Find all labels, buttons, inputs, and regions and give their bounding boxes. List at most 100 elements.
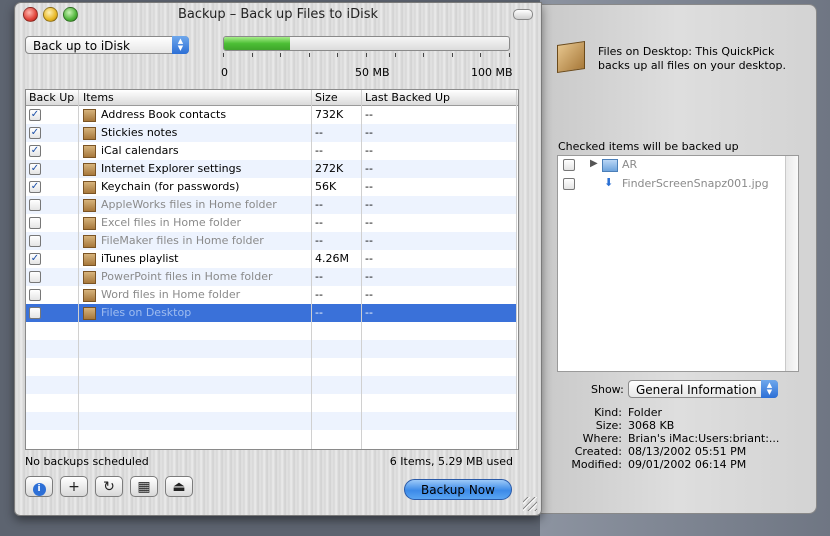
backup-checkbox[interactable]: ✓ xyxy=(29,181,41,193)
package-icon xyxy=(83,127,96,140)
backup-checkbox[interactable] xyxy=(29,235,41,247)
scale-tick xyxy=(223,53,224,57)
package-icon xyxy=(83,109,96,122)
disclosure-triangle-icon[interactable]: ▶ xyxy=(590,158,598,169)
item-name: FileMaker files in Home folder xyxy=(101,234,264,247)
table-header[interactable]: Back Up Items Size Last Backed Up xyxy=(26,90,518,106)
empty-row xyxy=(26,430,516,448)
column-header-items[interactable]: Items xyxy=(83,91,114,104)
jpeg-file-icon: ⬇ xyxy=(604,176,614,189)
checked-items-heading: Checked items will be backed up xyxy=(558,140,739,153)
scale-tick xyxy=(509,53,510,57)
item-size: -- xyxy=(315,198,323,211)
empty-row xyxy=(26,340,516,358)
checkbox[interactable] xyxy=(563,178,575,190)
scale-label-50: 50 MB xyxy=(355,66,390,79)
column-divider xyxy=(311,90,312,449)
toolbar-toggle-button[interactable] xyxy=(513,9,533,20)
checkbox[interactable] xyxy=(563,159,575,171)
column-divider xyxy=(78,90,79,449)
popup-arrows-icon: ▲ ▼ xyxy=(761,380,778,398)
backup-checkbox[interactable]: ✓ xyxy=(29,253,41,265)
info-value: 3068 KB xyxy=(628,419,675,432)
item-name: AppleWorks files in Home folder xyxy=(101,198,277,211)
item-size: 4.26M xyxy=(315,252,349,265)
item-size: -- xyxy=(315,306,323,319)
schedule-status: No backups scheduled xyxy=(25,455,149,468)
schedule-button[interactable]: ▦ xyxy=(130,476,158,497)
show-popup[interactable]: General Information ▲ ▼ xyxy=(628,380,778,398)
item-name: PowerPoint files in Home folder xyxy=(101,270,273,283)
info-key: Kind: xyxy=(594,406,622,419)
eject-button[interactable]: ⏏ xyxy=(165,476,193,497)
item-size: -- xyxy=(315,234,323,247)
table-row[interactable]: ✓ Address Book contacts 732K -- xyxy=(26,106,516,124)
backup-checkbox[interactable]: ✓ xyxy=(29,145,41,157)
scrollbar[interactable] xyxy=(785,156,798,371)
capacity-bar xyxy=(223,36,510,51)
info-value: 08/13/2002 05:51 PM xyxy=(628,445,747,458)
table-row[interactable]: ✓ Internet Explorer settings 272K -- xyxy=(26,160,516,178)
scale-label-0: 0 xyxy=(221,66,228,79)
backup-checkbox[interactable]: ✓ xyxy=(29,109,41,121)
package-icon xyxy=(83,235,96,248)
table-row[interactable]: AppleWorks files in Home folder -- -- xyxy=(26,196,516,214)
desktop-files-list[interactable]: ▶ AR ⬇ FinderScreenSnapz001.jpg xyxy=(557,155,799,372)
table-row[interactable]: Files on Desktop -- -- xyxy=(26,304,516,322)
item-last-backed-up: -- xyxy=(365,306,373,319)
table-row[interactable]: Excel files in Home folder -- -- xyxy=(26,214,516,232)
item-last-backed-up: -- xyxy=(365,144,373,157)
column-header-backup[interactable]: Back Up xyxy=(29,91,74,104)
backup-checkbox[interactable] xyxy=(29,217,41,229)
item-size: 272K xyxy=(315,162,344,175)
backup-items-table[interactable]: Back Up Items Size Last Backed Up ✓ Addre… xyxy=(25,89,519,450)
backup-checkbox[interactable] xyxy=(29,289,41,301)
title-bar[interactable]: Backup – Back up Files to iDisk xyxy=(15,3,541,25)
table-row[interactable]: ✓ Keychain (for passwords) 56K -- xyxy=(26,178,516,196)
list-item[interactable]: ▶ AR xyxy=(558,156,784,174)
item-last-backed-up: -- xyxy=(365,270,373,283)
table-row[interactable]: Word files in Home folder -- -- xyxy=(26,286,516,304)
backup-window: Backup – Back up Files to iDisk Back up … xyxy=(14,2,542,516)
package-icon xyxy=(557,41,585,73)
backup-checkbox[interactable]: ✓ xyxy=(29,163,41,175)
backup-checkbox[interactable]: ✓ xyxy=(29,127,41,139)
item-last-backed-up: -- xyxy=(365,216,373,229)
backup-checkbox[interactable] xyxy=(29,307,41,319)
plus-icon: + xyxy=(68,479,80,495)
info-icon: i xyxy=(32,483,46,496)
table-row[interactable]: ✓ Stickies notes -- -- xyxy=(26,124,516,142)
add-button[interactable]: + xyxy=(60,476,88,497)
popup-arrows-icon: ▲ ▼ xyxy=(172,36,189,54)
item-name: iCal calendars xyxy=(101,144,179,157)
empty-row xyxy=(26,358,516,376)
resize-grip-icon[interactable] xyxy=(523,497,537,511)
scale-label-100: 100 MB xyxy=(471,66,513,79)
backup-checkbox[interactable] xyxy=(29,271,41,283)
table-row[interactable]: PowerPoint files in Home folder -- -- xyxy=(26,268,516,286)
empty-row xyxy=(26,376,516,394)
backup-checkbox[interactable] xyxy=(29,199,41,211)
scale-tick xyxy=(480,53,482,57)
refresh-button[interactable]: ↻ xyxy=(95,476,123,497)
item-size: 56K xyxy=(315,180,337,193)
list-item[interactable]: ⬇ FinderScreenSnapz001.jpg xyxy=(558,175,784,193)
table-row[interactable]: FileMaker files in Home folder -- -- xyxy=(26,232,516,250)
backup-now-button[interactable]: Backup Now xyxy=(404,479,512,500)
column-header-size[interactable]: Size xyxy=(315,91,338,104)
item-name: Stickies notes xyxy=(101,126,178,139)
column-divider xyxy=(361,90,362,449)
table-row[interactable]: ✓ iCal calendars -- -- xyxy=(26,142,516,160)
item-last-backed-up: -- xyxy=(365,198,373,211)
empty-row xyxy=(26,412,516,430)
table-row[interactable]: ✓ iTunes playlist 4.26M -- xyxy=(26,250,516,268)
destination-popup[interactable]: Back up to iDisk ▲ ▼ xyxy=(25,36,189,54)
info-value: 09/01/2002 06:14 PM xyxy=(628,458,747,471)
item-name: iTunes playlist xyxy=(101,252,179,265)
package-icon xyxy=(83,271,96,284)
column-header-last-backed-up[interactable]: Last Backed Up xyxy=(365,91,450,104)
capacity-ticks xyxy=(223,53,510,59)
item-last-backed-up: -- xyxy=(365,162,373,175)
package-icon xyxy=(83,181,96,194)
info-button[interactable]: i xyxy=(25,476,53,497)
